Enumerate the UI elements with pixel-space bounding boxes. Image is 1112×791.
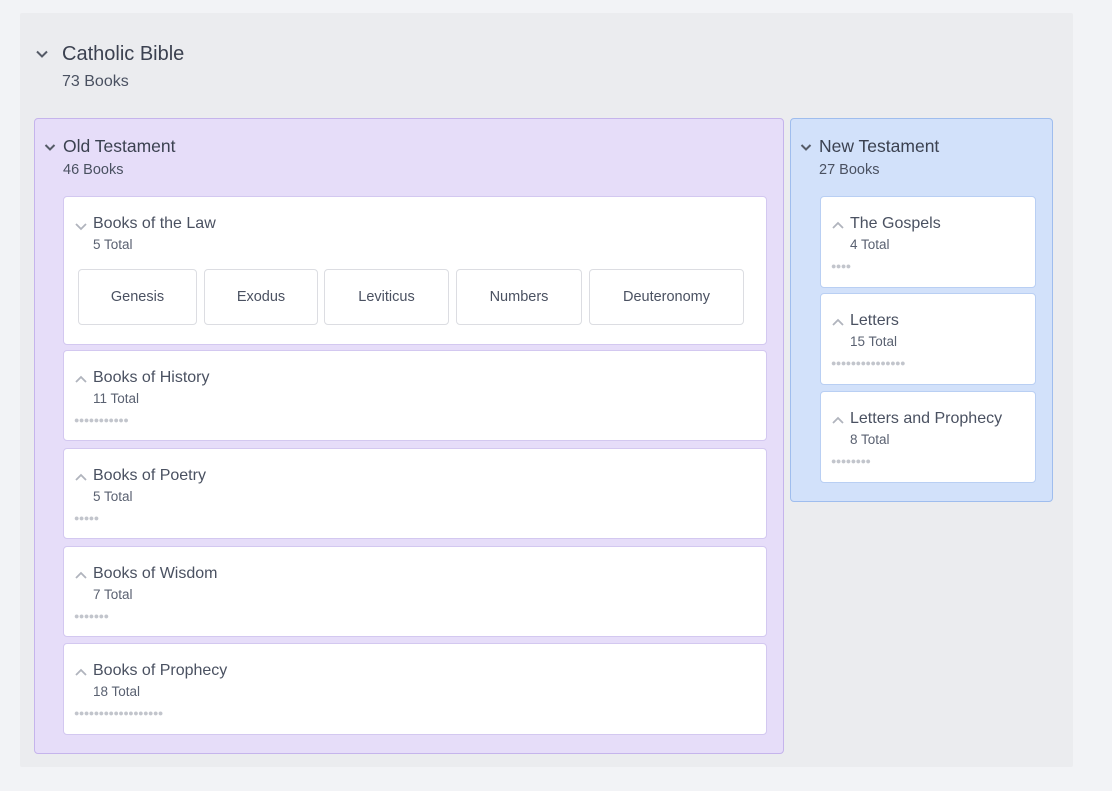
- group-card-letters-and-prophecy[interactable]: Letters and Prophecy 8 Total ●●●●●●●●: [820, 391, 1036, 483]
- group-count: 5 Total: [93, 237, 133, 252]
- group-card-letters[interactable]: Letters 15 Total ●●●●●●●●●●●●●●●: [820, 293, 1036, 385]
- new-testament-title: New Testament: [819, 136, 940, 156]
- group-title: The Gospels: [850, 215, 941, 232]
- group-card-books-of-prophecy[interactable]: Books of Prophecy 18 Total ●●●●●●●●●●●●●…: [63, 643, 767, 735]
- group-title: Letters and Prophecy: [850, 410, 1003, 427]
- chevron-up-icon[interactable]: [831, 219, 845, 233]
- chevron-down-icon[interactable]: [35, 47, 49, 61]
- chevron-down-icon[interactable]: [44, 141, 58, 155]
- group-title: Books of Poetry: [93, 467, 206, 484]
- book-genesis[interactable]: Genesis: [78, 269, 197, 325]
- group-count: 7 Total: [93, 587, 133, 602]
- book-exodus[interactable]: Exodus: [204, 269, 318, 325]
- old-testament-panel: Old Testament 46 Books Books of the Law …: [34, 118, 784, 754]
- group-title: Books of Wisdom: [93, 565, 218, 582]
- group-title: Letters: [850, 312, 899, 329]
- group-card-books-of-the-law[interactable]: Books of the Law 5 Total Genesis Exodus …: [63, 196, 767, 345]
- group-title: Books of the Law: [93, 215, 216, 232]
- book-dots: ●●●●●●●: [74, 611, 109, 621]
- book-dots: ●●●●: [831, 261, 851, 271]
- book-dots: ●●●●●●●●●●●●●●●●●●: [74, 708, 163, 718]
- chevron-up-icon[interactable]: [74, 666, 88, 680]
- group-card-books-of-poetry[interactable]: Books of Poetry 5 Total ●●●●●: [63, 448, 767, 539]
- book-leviticus[interactable]: Leviticus: [324, 269, 449, 325]
- new-testament-panel: New Testament 27 Books The Gospels 4 Tot…: [790, 118, 1053, 502]
- group-count: 8 Total: [850, 432, 890, 447]
- group-count: 4 Total: [850, 237, 890, 252]
- group-title: Books of Prophecy: [93, 662, 228, 679]
- group-count: 15 Total: [850, 334, 898, 349]
- group-count: 5 Total: [93, 489, 133, 504]
- chevron-down-icon[interactable]: [74, 219, 88, 233]
- book-dots: ●●●●●●●●: [831, 456, 871, 466]
- root-subtitle: 73 Books: [62, 73, 129, 90]
- chevron-up-icon[interactable]: [831, 414, 845, 428]
- group-card-books-of-history[interactable]: Books of History 11 Total ●●●●●●●●●●●: [63, 350, 767, 441]
- chevron-up-icon[interactable]: [74, 569, 88, 583]
- chevron-up-icon[interactable]: [74, 471, 88, 485]
- group-count: 18 Total: [93, 684, 141, 699]
- old-testament-title: Old Testament: [63, 136, 176, 156]
- book-numbers[interactable]: Numbers: [456, 269, 582, 325]
- old-testament-subtitle: 46 Books: [63, 162, 124, 178]
- group-title: Books of History: [93, 369, 210, 386]
- chevron-down-icon[interactable]: [800, 141, 814, 155]
- book-dots: ●●●●●: [74, 513, 99, 523]
- book-dots: ●●●●●●●●●●●: [74, 415, 129, 425]
- book-deuteronomy[interactable]: Deuteronomy: [589, 269, 744, 325]
- catholic-bible-section: Catholic Bible 73 Books Old Testament 46…: [20, 13, 1073, 767]
- root-title: Catholic Bible: [62, 43, 185, 65]
- book-dots: ●●●●●●●●●●●●●●●: [831, 358, 906, 368]
- new-testament-subtitle: 27 Books: [819, 162, 880, 178]
- chevron-up-icon[interactable]: [831, 316, 845, 330]
- group-card-the-gospels[interactable]: The Gospels 4 Total ●●●●: [820, 196, 1036, 288]
- chevron-up-icon[interactable]: [74, 373, 88, 387]
- group-card-books-of-wisdom[interactable]: Books of Wisdom 7 Total ●●●●●●●: [63, 546, 767, 637]
- group-count: 11 Total: [93, 391, 140, 406]
